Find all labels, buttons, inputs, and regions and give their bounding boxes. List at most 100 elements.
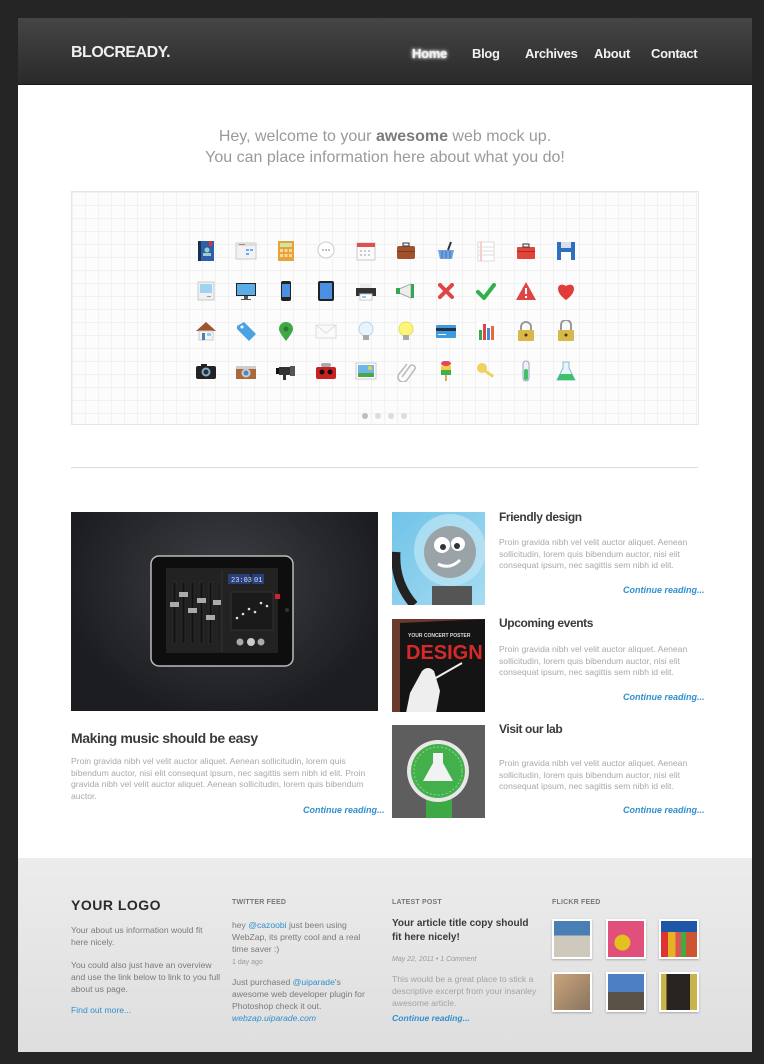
footer-find-out-more-link[interactable]: Find out more...	[71, 1004, 131, 1016]
slider-pagination	[362, 413, 407, 419]
nav-archives[interactable]: Archives	[525, 46, 578, 61]
latest-post-continue-link[interactable]: Continue reading...	[392, 1012, 470, 1024]
phone-icon[interactable]	[275, 280, 297, 302]
tweet-1-time: 1 day ago	[232, 959, 263, 966]
footer-logo[interactable]: YOUR LOGO	[71, 897, 161, 913]
popsicle-icon[interactable]	[435, 360, 457, 382]
checkmark-icon[interactable]	[475, 280, 497, 302]
tweet-2: Just purchased @uiparade's awesome web d…	[232, 977, 365, 1011]
shopping-basket-icon[interactable]	[435, 240, 457, 262]
article-body-3: Proin gravida nibh vel velit auctor aliq…	[499, 758, 688, 791]
latest-post-title[interactable]: Your article title copy should fit here …	[392, 917, 537, 945]
article-continue-link-3[interactable]: Continue reading...	[623, 805, 705, 815]
floppy-disk-icon[interactable]	[555, 240, 577, 262]
feature-continue-link[interactable]: Continue reading...	[303, 805, 385, 815]
browser-window-icon[interactable]	[235, 240, 257, 262]
lock-open-icon[interactable]	[555, 320, 577, 342]
article-title-2: Upcoming events	[499, 616, 594, 630]
nav-contact[interactable]: Contact	[651, 46, 698, 61]
icon-showcase	[71, 191, 699, 425]
feature-title: Making music should be easy	[71, 730, 258, 746]
article-continue-link-1[interactable]: Continue reading...	[623, 585, 705, 595]
flask-icon[interactable]	[555, 360, 577, 382]
article-body-1: Proin gravida nibh vel velit auctor aliq…	[499, 537, 688, 570]
paperclip-icon[interactable]	[395, 360, 417, 382]
mixer-time-display: 23:03	[231, 577, 252, 585]
pagination-dot-2[interactable]	[375, 413, 381, 419]
toolbox-icon[interactable]	[515, 240, 537, 262]
picture-icon[interactable]	[355, 360, 377, 382]
flickr-feed-label: FLICKR FEED	[552, 899, 601, 906]
test-tube-icon[interactable]	[515, 360, 537, 382]
article-body-2: Proin gravida nibh vel velit auctor aliq…	[499, 644, 688, 677]
credit-card-icon[interactable]	[435, 320, 457, 342]
latest-post-excerpt: This would be a great place to stick a d…	[392, 974, 537, 1008]
twitter-feed-label: TWITTER FEED	[232, 899, 287, 906]
tweet-1: hey @cazoobi just been using WebZap, its…	[232, 920, 361, 954]
site-logo[interactable]: BLOCREADY.	[71, 44, 171, 62]
flickr-photo-bridge[interactable]	[606, 972, 646, 1012]
video-camera-icon[interactable]	[275, 360, 297, 382]
tweet-2-url-link[interactable]: webzap.uiparade.com	[232, 1012, 316, 1024]
flickr-photo-rope[interactable]	[552, 972, 592, 1012]
section-divider	[71, 467, 698, 468]
map-pin-icon[interactable]	[275, 320, 297, 342]
viewmaster-icon[interactable]	[315, 360, 337, 382]
pagination-dot-1[interactable]	[362, 413, 368, 419]
chat-bubble-icon[interactable]	[315, 240, 337, 262]
article-title-3: Visit our lab	[499, 722, 563, 736]
hero-intro: Hey, welcome to your awesome web mock up…	[18, 126, 752, 168]
home-icon[interactable]	[195, 320, 217, 342]
tweet-2-handle-link[interactable]: @uiparade	[293, 977, 335, 987]
envelope-icon[interactable]	[315, 320, 337, 342]
footer-about-1: Your about us information would fit here…	[71, 925, 203, 947]
site-footer: YOUR LOGO Your about us information woul…	[18, 858, 752, 1052]
nav-about[interactable]: About	[594, 46, 630, 61]
megaphone-icon[interactable]	[395, 280, 417, 302]
flickr-photo-flower[interactable]	[606, 919, 646, 959]
cross-icon[interactable]	[435, 280, 457, 302]
poster-headline: DESIGN	[406, 642, 483, 664]
calendar-icon[interactable]	[355, 240, 377, 262]
lightbulb-off-icon[interactable]	[355, 320, 377, 342]
latest-post-meta: May 22, 2011 • 1 Comment	[392, 956, 477, 963]
classic-mac-icon[interactable]	[195, 280, 217, 302]
camera-icon[interactable]	[195, 360, 217, 382]
mixer-track-display: 01	[254, 577, 262, 585]
tag-icon[interactable]	[235, 320, 257, 342]
monitor-icon[interactable]	[235, 280, 257, 302]
flickr-photo-yellow-wall[interactable]	[659, 972, 699, 1012]
footer-about-2: You could also just have an overview and…	[71, 960, 221, 994]
lock-closed-icon[interactable]	[515, 320, 537, 342]
nav-blog[interactable]: Blog	[472, 46, 500, 61]
vintage-camera-icon[interactable]	[235, 360, 257, 382]
svg-text:YOUR CONCERT POSTER: YOUR CONCERT POSTER	[408, 633, 471, 639]
flickr-photo-beach-huts[interactable]	[659, 919, 699, 959]
site-header: BLOCREADY. Home Blog Archives About Cont…	[18, 18, 752, 85]
address-book-icon[interactable]	[195, 240, 217, 262]
pagination-dot-4[interactable]	[401, 413, 407, 419]
pagination-dot-3[interactable]	[388, 413, 394, 419]
warning-icon[interactable]	[515, 280, 537, 302]
feature-image-mixer-tablet[interactable]: 23:03 01	[71, 512, 378, 711]
calculator-icon[interactable]	[275, 240, 297, 262]
article-title-1: Friendly design	[499, 510, 582, 524]
feature-body: Proin gravida nibh vel velit auctor aliq…	[71, 756, 366, 801]
tablet-icon[interactable]	[315, 280, 337, 302]
article-thumb-robot[interactable]	[392, 512, 485, 605]
page: BLOCREADY. Home Blog Archives About Cont…	[18, 18, 752, 1052]
lightbulb-on-icon[interactable]	[395, 320, 417, 342]
briefcase-icon[interactable]	[395, 240, 417, 262]
article-continue-link-2[interactable]: Continue reading...	[623, 692, 705, 702]
printer-icon[interactable]	[355, 280, 377, 302]
article-thumb-lab-badge[interactable]	[392, 725, 485, 818]
notepad-icon[interactable]	[475, 240, 497, 262]
key-icon[interactable]	[475, 360, 497, 382]
hero-line-1: Hey, welcome to your awesome web mock up…	[218, 128, 552, 145]
article-thumb-poster[interactable]: YOUR CONCERT POSTER DESIGN	[392, 619, 485, 712]
bar-chart-icon[interactable]	[475, 320, 497, 342]
heart-icon[interactable]	[555, 280, 577, 302]
flickr-photo-building[interactable]	[552, 919, 592, 959]
nav-home[interactable]: Home	[412, 46, 447, 61]
tweet-1-handle-link[interactable]: @cazoobi	[248, 920, 286, 930]
